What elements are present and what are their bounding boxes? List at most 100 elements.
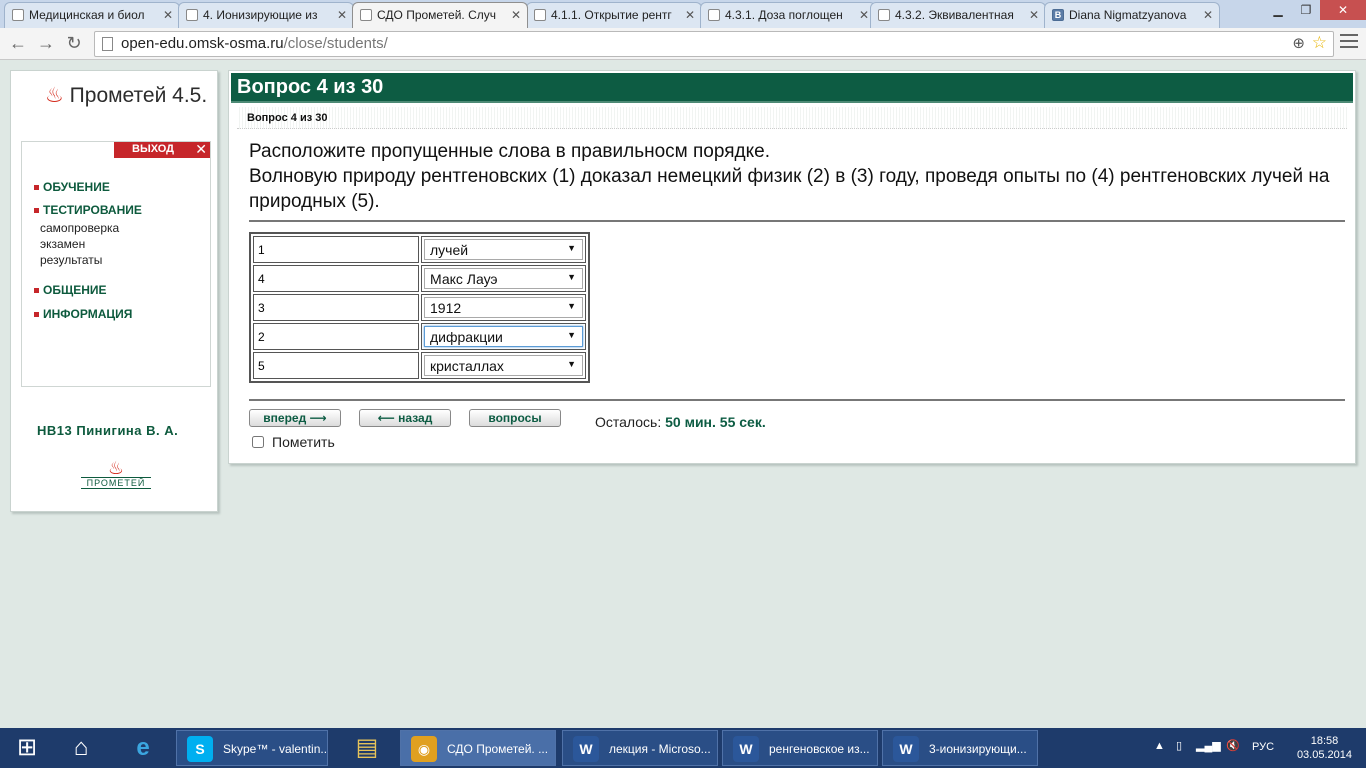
windows-start-icon[interactable]: ⊞: [0, 730, 54, 766]
row-number: 5: [253, 352, 419, 379]
taskbar-item[interactable]: Wренгеновское из...: [722, 730, 878, 766]
dropdown-arrow-icon: ▼: [567, 330, 576, 340]
divider: [249, 220, 1345, 222]
close-window-icon[interactable]: ✕: [1320, 0, 1366, 20]
browser-tab[interactable]: B Diana Nigmatzyanova ✕: [1044, 2, 1220, 28]
sidebar-item-learning[interactable]: ОБУЧЕНИЕ: [34, 180, 110, 194]
sidebar-item-communication[interactable]: ОБЩЕНИЕ: [34, 283, 107, 297]
page-icon: [708, 9, 720, 21]
chrome-icon: ◉: [411, 736, 437, 762]
forward-arrow-icon[interactable]: →: [34, 32, 58, 56]
browser-menu-icon[interactable]: [1340, 34, 1358, 52]
dropdown-arrow-icon: ▼: [567, 243, 576, 253]
volume-muted-icon[interactable]: 🔇: [1226, 739, 1240, 752]
page-icon: [360, 9, 372, 21]
answer-select[interactable]: кристаллах ▼: [424, 355, 583, 376]
vk-icon: B: [1052, 9, 1064, 21]
row-number: 2: [253, 323, 419, 350]
mark-checkbox-row[interactable]: Пометить: [252, 434, 335, 450]
minimize-icon[interactable]: ▁: [1264, 0, 1292, 20]
back-button[interactable]: ⟵ назад: [359, 409, 451, 427]
word-icon: W: [573, 736, 599, 762]
taskbar: ⊞ ⌂ e S Skype™ - valentin... ▤ ◉ СДО Проме…: [0, 728, 1366, 768]
answers-table: 1 лучей ▼ 4 Макс Лауэ ▼ 3 1912 ▼ 2 дифракци…: [249, 232, 590, 383]
taskbar-item[interactable]: S Skype™ - valentin...: [176, 730, 328, 766]
page-icon: [102, 37, 113, 51]
mark-checkbox[interactable]: [252, 436, 264, 448]
row-number: 4: [253, 265, 419, 292]
sidebar-subitem-selfcheck[interactable]: самопроверка: [40, 221, 119, 235]
battery-icon[interactable]: ▯: [1176, 739, 1182, 752]
zoom-icon[interactable]: ⊕: [1292, 34, 1305, 52]
close-tab-icon[interactable]: ✕: [859, 8, 869, 22]
row-number: 3: [253, 294, 419, 321]
logo: ♨ Прометей 4.5.: [45, 84, 208, 107]
restore-icon[interactable]: ❐: [1292, 0, 1320, 20]
browser-tab[interactable]: Медицинская и биол ✕: [4, 2, 180, 28]
reload-icon[interactable]: ↻: [62, 32, 86, 56]
sidebar-item-information[interactable]: ИНФОРМАЦИЯ: [34, 307, 132, 321]
dropdown-arrow-icon: ▼: [567, 272, 576, 282]
tray-arrow-icon[interactable]: ▲: [1154, 740, 1165, 752]
answer-select[interactable]: 1912 ▼: [424, 297, 583, 318]
browser-toolbar: ← → ↻ open-edu.omsk-osma.ru/close/studen…: [0, 28, 1366, 60]
user-name: НВ13 Пинигина В. А.: [37, 423, 179, 438]
table-row: 5 кристаллах ▼: [253, 352, 586, 379]
window-controls: ▁ ❐ ✕: [1264, 0, 1366, 20]
question-counter: Вопрос 4 из 30: [237, 107, 1347, 129]
close-tab-icon[interactable]: ✕: [511, 8, 521, 22]
signal-icon[interactable]: ▂▄▆: [1196, 739, 1221, 752]
browser-tab[interactable]: 4. Ионизирующие из ✕: [178, 2, 354, 28]
dropdown-arrow-icon: ▼: [567, 359, 576, 369]
close-tab-icon[interactable]: ✕: [163, 8, 173, 22]
main-panel: Вопрос 4 из 30 Вопрос 4 из 30 Расположит…: [228, 70, 1356, 464]
file-explorer-icon[interactable]: ▤: [340, 730, 394, 766]
sidebar-item-testing[interactable]: ТЕСТИРОВАНИЕ: [34, 203, 142, 217]
internet-explorer-icon[interactable]: e: [116, 730, 170, 766]
answer-select-focused[interactable]: дифракции ▼: [424, 326, 583, 347]
taskbar-item[interactable]: W 3-ионизирующи...: [882, 730, 1038, 766]
sidebar-subitem-exam[interactable]: экзамен: [40, 237, 85, 251]
page-icon: [878, 9, 890, 21]
bookmark-star-icon[interactable]: ☆: [1312, 33, 1327, 53]
table-row: 4 Макс Лауэ ▼: [253, 265, 586, 292]
word-icon: W: [733, 736, 759, 762]
browser-tab-bar: Медицинская и биол ✕ 4. Ионизирующие из ✕ …: [0, 0, 1366, 28]
close-tab-icon[interactable]: ✕: [1203, 8, 1213, 22]
forward-button[interactable]: вперед ⟶: [249, 409, 341, 427]
close-tab-icon[interactable]: ✕: [685, 8, 695, 22]
url-path: /close/students/: [283, 35, 388, 52]
question-text: Расположите пропущенные слова в правильн…: [249, 141, 1330, 212]
browser-tab[interactable]: 4.3.1. Доза поглощен ✕: [700, 2, 876, 28]
taskbar-item-active[interactable]: ◉ СДО Прометей. ...: [400, 730, 556, 766]
browser-tab[interactable]: 4.3.2. Эквивалентная ✕: [870, 2, 1046, 28]
sidebar-subitem-results[interactable]: результаты: [40, 253, 102, 267]
table-row: 3 1912 ▼: [253, 294, 586, 321]
small-logo: ♨ ПРОМЕТЕЙ: [81, 459, 151, 497]
page-icon: [534, 9, 546, 21]
language-indicator[interactable]: РУС: [1252, 741, 1274, 753]
sidebar: ♨ Прометей 4.5. ВЫХОД ✕ ОБУЧЕНИЕ ТЕСТИРОВ…: [10, 70, 218, 512]
flame-icon: ♨: [45, 84, 64, 107]
address-bar[interactable]: open-edu.omsk-osma.ru/close/students/ ⊕ …: [94, 31, 1334, 57]
clock[interactable]: 18:58 03.05.2014: [1297, 734, 1352, 762]
questions-button[interactable]: вопросы: [469, 409, 561, 427]
answer-select[interactable]: Макс Лауэ ▼: [424, 268, 583, 289]
explorer-home-icon[interactable]: ⌂: [54, 730, 108, 766]
time-remaining: Осталось: 50 мин. 55 сек.: [595, 414, 766, 430]
skype-icon: S: [187, 736, 213, 762]
flame-icon: ♨: [107, 458, 125, 478]
exit-button[interactable]: ВЫХОД ✕: [114, 141, 210, 158]
page-icon: [12, 9, 24, 21]
browser-tab-active[interactable]: СДО Прометей. Случ ✕: [352, 2, 528, 28]
browser-tab[interactable]: 4.1.1. Открытие рентг ✕: [526, 2, 702, 28]
url-host: open-edu.omsk-osma.ru: [121, 35, 284, 52]
close-tab-icon[interactable]: ✕: [337, 8, 347, 22]
back-arrow-icon[interactable]: ←: [6, 32, 30, 56]
close-tab-icon[interactable]: ✕: [1029, 8, 1039, 22]
table-row: 1 лучей ▼: [253, 236, 586, 263]
table-row: 2 дифракции ▼: [253, 323, 586, 350]
page-icon: [186, 9, 198, 21]
taskbar-item[interactable]: Wлекция - Microso...: [562, 730, 718, 766]
answer-select[interactable]: лучей ▼: [424, 239, 583, 260]
